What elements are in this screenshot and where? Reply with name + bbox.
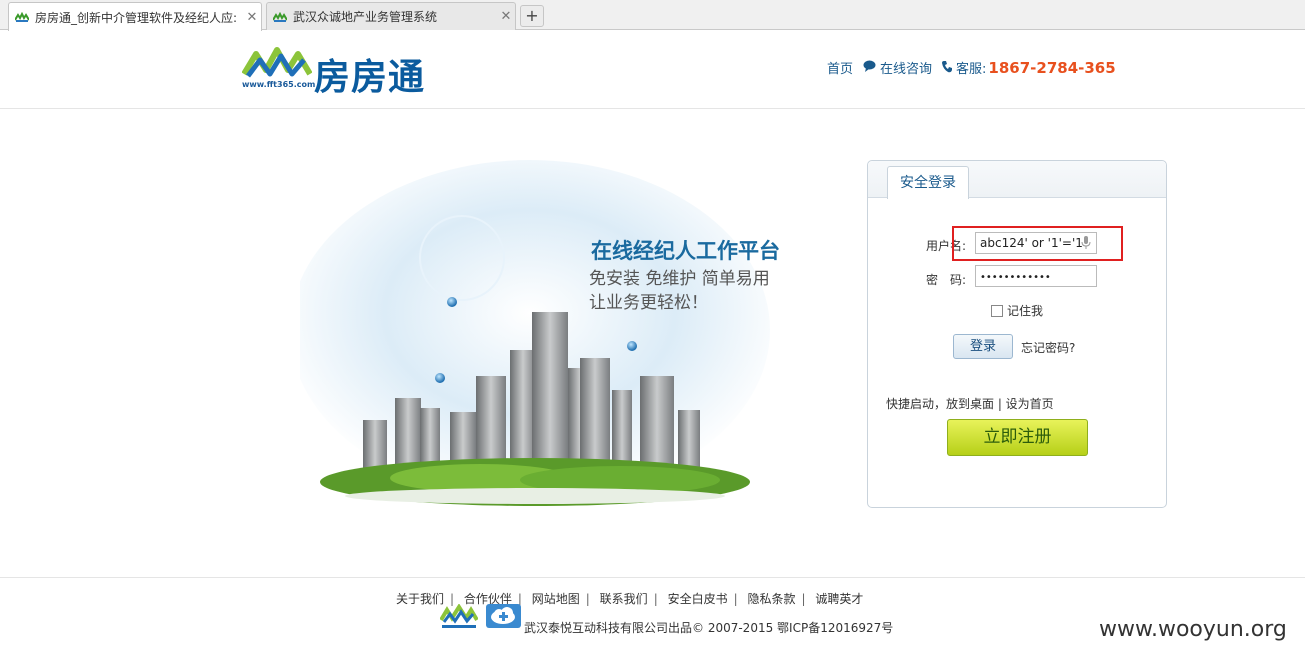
footer-link[interactable]: 网站地图 bbox=[532, 592, 580, 606]
nav-consult-link[interactable]: 在线咨询 bbox=[863, 58, 932, 77]
password-input[interactable]: •••••••••••• bbox=[975, 265, 1097, 287]
site-header: www.fft365.com 房房通 首页 在线咨询 客服: 1867-2784… bbox=[0, 31, 1305, 109]
cloud-upload-icon bbox=[486, 604, 521, 628]
site-logo[interactable]: www.fft365.com 房房通 bbox=[242, 44, 442, 98]
watermark: www.wooyun.org bbox=[1099, 617, 1287, 642]
login-panel: 安全登录 用户名: abc124' or '1'='1 密 码: •••••••… bbox=[867, 160, 1167, 508]
nav-home-link[interactable]: 首页 bbox=[827, 58, 853, 77]
logo-name: 房房通 bbox=[314, 56, 426, 98]
browser-tab-strip: 房房通_创新中介管理软件及经纪人应: ✕ 武汉众诚地产业务管理系统 ✕ + bbox=[0, 0, 1305, 31]
remember-label: 记住我 bbox=[1007, 304, 1044, 318]
remember-checkbox[interactable] bbox=[991, 304, 1003, 317]
browser-tab-fangfangtong[interactable]: 房房通_创新中介管理软件及经纪人应: ✕ bbox=[8, 2, 262, 31]
footer-divider bbox=[0, 577, 1305, 578]
phone-icon bbox=[942, 60, 953, 76]
browser-tab-zhongcheng[interactable]: 武汉众诚地产业务管理系统 ✕ bbox=[266, 2, 516, 30]
site-favicon-icon bbox=[15, 12, 29, 22]
nav-consult-label: 在线咨询 bbox=[880, 62, 933, 77]
password-value: •••••••••••• bbox=[980, 272, 1051, 283]
footer-link[interactable]: 关于我们 bbox=[396, 592, 444, 606]
copyright-text: 武汉泰悦互动科技有限公司出品© 2007-2015 鄂ICP备12016927号 bbox=[524, 621, 894, 635]
footer-link[interactable]: 诚聘英才 bbox=[815, 592, 863, 606]
footer-link[interactable]: 隐私条款 bbox=[747, 592, 795, 606]
close-icon[interactable]: ✕ bbox=[243, 10, 261, 25]
password-label: 密 码: bbox=[926, 273, 967, 287]
city-skyline-illustration bbox=[290, 160, 770, 506]
logo-mountains-icon bbox=[242, 47, 312, 78]
forgot-password-link[interactable]: 忘记密码? bbox=[1021, 339, 1075, 356]
quick-links[interactable]: 快捷启动，放到桌面 | 设为首页 bbox=[886, 395, 1054, 412]
close-icon[interactable]: ✕ bbox=[497, 9, 515, 24]
login-panel-header: 安全登录 bbox=[868, 161, 1166, 199]
tab-title: 房房通_创新中介管理软件及经纪人应: bbox=[35, 10, 238, 25]
hero-banner: 在线经纪人工作平台 免安装 免维护 简单易用 让业务更轻松！ bbox=[290, 140, 800, 510]
footer-logos bbox=[440, 604, 521, 630]
hero-subtitle-1: 免安装 免维护 简单易用 bbox=[589, 269, 770, 289]
remember-me[interactable]: 记住我 bbox=[991, 302, 1043, 319]
tab-title: 武汉众诚地产业务管理系统 bbox=[293, 10, 438, 24]
service-phone-number: 1867-2784-365 bbox=[988, 58, 1116, 77]
chat-bubble-icon bbox=[863, 60, 876, 75]
new-tab-button[interactable]: + bbox=[520, 5, 544, 27]
site-favicon-icon bbox=[273, 11, 287, 22]
hero-title: 在线经纪人工作平台 bbox=[591, 239, 780, 263]
hero-subtitle-2: 让业务更轻松！ bbox=[589, 293, 708, 313]
login-button[interactable]: 登录 bbox=[953, 334, 1013, 359]
customer-service: 客服: 1867-2784-365 bbox=[942, 58, 1116, 77]
service-label: 客服: bbox=[956, 62, 987, 77]
top-nav: 首页 在线咨询 客服: 1867-2784-365 bbox=[827, 58, 1126, 78]
logo-url: www.fft365.com bbox=[242, 80, 316, 89]
register-button[interactable]: 立即注册 bbox=[947, 419, 1088, 456]
highlight-box bbox=[952, 226, 1123, 261]
nav-home-label: 首页 bbox=[827, 62, 854, 77]
tab-secure-login[interactable]: 安全登录 bbox=[887, 166, 969, 199]
footer-link[interactable]: 安全白皮书 bbox=[668, 592, 728, 606]
footer-logo-icon bbox=[440, 604, 478, 628]
footer-link[interactable]: 联系我们 bbox=[600, 592, 648, 606]
